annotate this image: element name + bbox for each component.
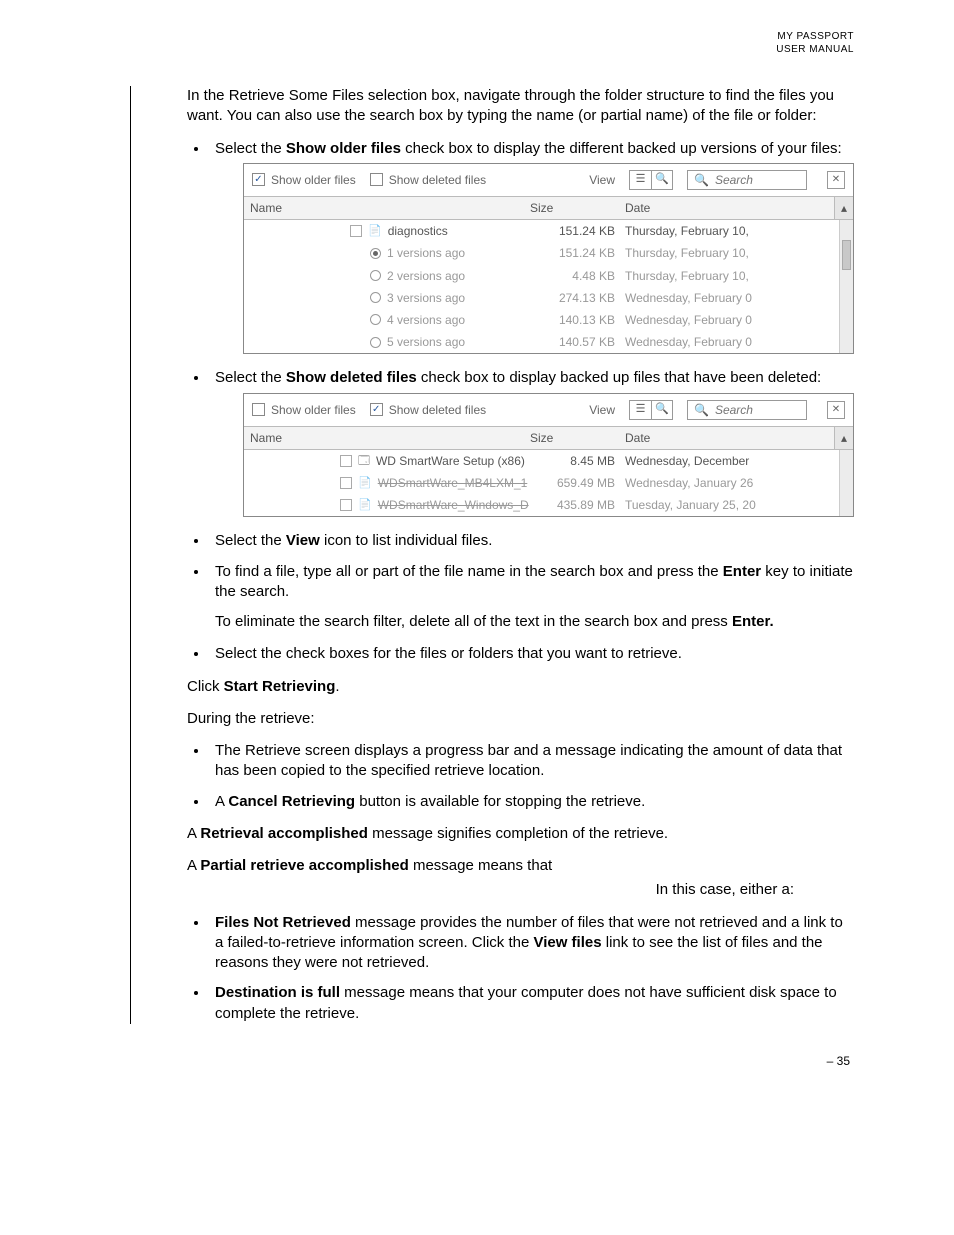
bullet-destination-full: Destination is full message means that y… xyxy=(209,983,854,1024)
panel-older-files: Show older files Show deleted files View… xyxy=(243,163,854,355)
checkbox-show-older[interactable]: Show older files xyxy=(252,402,356,418)
checkbox-show-older[interactable]: Show older files xyxy=(252,172,356,188)
scrollbar[interactable] xyxy=(839,220,853,353)
file-icon: 📄 xyxy=(358,498,372,513)
table-row[interactable]: 5 versions ago 140.57 KB Wednesday, Febr… xyxy=(244,331,853,353)
table-row[interactable]: 1 versions ago 151.24 KB Thursday, Febru… xyxy=(244,242,853,264)
bullet-show-older: Select the Show older files check box to… xyxy=(209,139,854,355)
bullet-cancel: A Cancel Retrieving button is available … xyxy=(209,792,854,812)
col-date[interactable]: Date xyxy=(619,197,834,219)
bullet-view-icon: Select the View icon to list individual … xyxy=(209,531,854,551)
radio-icon[interactable] xyxy=(370,292,381,303)
partial-retrieve: A Partial retrieve accomplished message … xyxy=(187,856,854,876)
col-name[interactable]: Name xyxy=(244,427,524,449)
intro-paragraph: In the Retrieve Some Files selection box… xyxy=(187,86,854,127)
table-row[interactable]: 3 versions ago 274.13 KB Wednesday, Febr… xyxy=(244,287,853,309)
table-row[interactable]: 📄WDSmartWare_Windows_D 435.89 MB Tuesday… xyxy=(244,494,853,516)
search-input-wrap[interactable]: 🔍 xyxy=(687,400,807,420)
radio-icon[interactable] xyxy=(370,270,381,281)
scroll-up-icon[interactable]: ▴ xyxy=(834,197,853,219)
view-search-icon[interactable]: 🔍 xyxy=(651,400,673,420)
bullet-select-checkboxes: Select the check boxes for the files or … xyxy=(209,644,854,664)
view-label: View xyxy=(589,172,615,188)
view-list-icon[interactable]: ☰ xyxy=(629,400,651,420)
bullet-files-not-retrieved: Files Not Retrieved message provides the… xyxy=(209,913,854,974)
radio-icon[interactable] xyxy=(370,314,381,325)
radio-icon[interactable] xyxy=(370,248,381,259)
click-start: Click Start Retrieving. xyxy=(187,677,854,697)
view-label: View xyxy=(589,402,615,418)
col-date[interactable]: Date xyxy=(619,427,834,449)
panel-deleted-files: Show older files Show deleted files View… xyxy=(243,393,854,518)
in-this-case: In this case, either a: xyxy=(187,880,854,900)
search-input[interactable] xyxy=(713,402,793,418)
bullet-find-file: To find a file, type all or part of the … xyxy=(209,562,854,633)
checkbox-icon xyxy=(370,173,383,186)
col-size[interactable]: Size xyxy=(524,197,619,219)
checkbox-show-deleted[interactable]: Show deleted files xyxy=(370,402,486,418)
search-icon: 🔍 xyxy=(694,172,709,188)
header-line1: MY PASSPORT xyxy=(130,30,854,43)
during-retrieve: During the retrieve: xyxy=(187,709,854,729)
close-icon[interactable]: ✕ xyxy=(827,171,845,189)
check-icon xyxy=(252,173,265,186)
page-number: – 35 xyxy=(130,1054,854,1068)
checkbox-icon[interactable] xyxy=(350,225,362,237)
scrollbar-thumb[interactable] xyxy=(842,240,851,270)
view-search-icon[interactable]: 🔍 xyxy=(651,170,673,190)
search-icon: 🔍 xyxy=(694,402,709,418)
col-name[interactable]: Name xyxy=(244,197,524,219)
table-row[interactable]: 4 versions ago 140.13 KB Wednesday, Febr… xyxy=(244,309,853,331)
radio-icon[interactable] xyxy=(370,337,381,348)
bullet-show-deleted: Select the Show deleted files check box … xyxy=(209,368,854,517)
header-line2: USER MANUAL xyxy=(130,43,854,56)
page-header: MY PASSPORT USER MANUAL xyxy=(130,30,854,56)
check-icon xyxy=(370,403,383,416)
search-input[interactable] xyxy=(713,172,793,188)
checkbox-icon xyxy=(252,403,265,416)
close-icon[interactable]: ✕ xyxy=(827,401,845,419)
checkbox-show-deleted[interactable]: Show deleted files xyxy=(370,172,486,188)
file-icon: 📄 xyxy=(358,476,372,491)
search-input-wrap[interactable]: 🔍 xyxy=(687,170,807,190)
retrieval-accomplished: A Retrieval accomplished message signifi… xyxy=(187,824,854,844)
table-row[interactable]: 📄WDSmartWare_MB4LXM_1 659.49 MB Wednesda… xyxy=(244,472,853,494)
checkbox-icon[interactable] xyxy=(340,499,352,511)
table-row[interactable]: 📄diagnostics 151.24 KB Thursday, Februar… xyxy=(244,220,853,242)
checkbox-icon[interactable] xyxy=(340,477,352,489)
bullet-progress: The Retrieve screen displays a progress … xyxy=(209,741,854,782)
table-row[interactable]: 🗔WD SmartWare Setup (x86) 8.45 MB Wednes… xyxy=(244,450,853,472)
view-list-icon[interactable]: ☰ xyxy=(629,170,651,190)
col-size[interactable]: Size xyxy=(524,427,619,449)
file-icon: 📄 xyxy=(368,224,382,239)
sub-paragraph: To eliminate the search filter, delete a… xyxy=(215,612,854,632)
checkbox-icon[interactable] xyxy=(340,455,352,467)
scroll-up-icon[interactable]: ▴ xyxy=(834,427,853,449)
table-row[interactable]: 2 versions ago 4.48 KB Thursday, Februar… xyxy=(244,265,853,287)
app-icon: 🗔 xyxy=(358,454,370,469)
scrollbar[interactable] xyxy=(839,450,853,517)
